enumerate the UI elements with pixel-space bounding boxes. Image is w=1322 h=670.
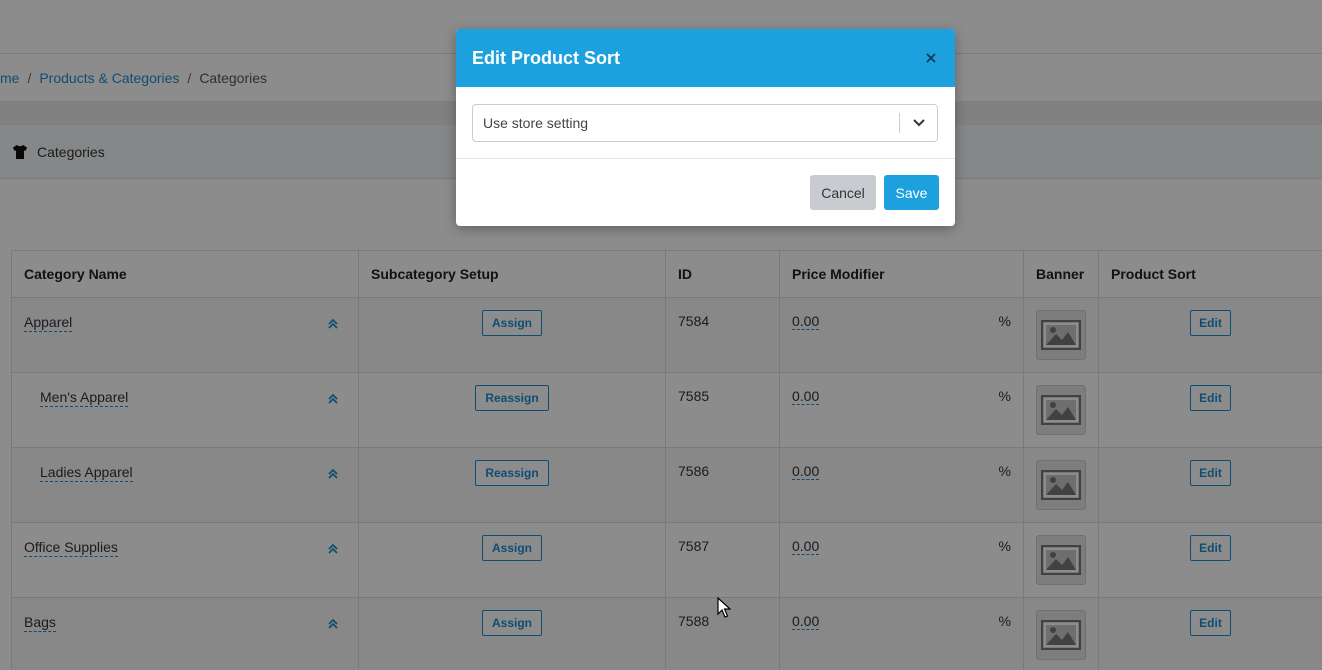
mouse-cursor-icon xyxy=(717,596,732,619)
chevron-down-icon[interactable] xyxy=(900,105,937,141)
cancel-button[interactable]: Cancel xyxy=(810,175,876,210)
edit-product-sort-modal: Edit Product Sort Use store setting Canc… xyxy=(456,29,955,226)
select-value: Use store setting xyxy=(483,115,589,131)
modal-footer: Cancel Save xyxy=(456,159,955,226)
product-sort-select[interactable]: Use store setting xyxy=(472,104,938,142)
close-icon[interactable] xyxy=(923,50,939,66)
save-button[interactable]: Save xyxy=(884,175,939,210)
modal-header: Edit Product Sort xyxy=(456,29,955,87)
modal-body: Use store setting xyxy=(456,87,955,159)
modal-title: Edit Product Sort xyxy=(472,47,620,68)
